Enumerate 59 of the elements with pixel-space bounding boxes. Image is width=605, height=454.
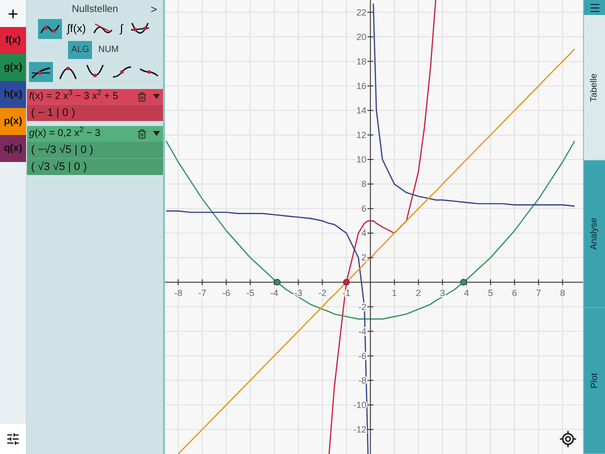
y-tick-label: 10 xyxy=(356,154,366,165)
settings-sliders-icon[interactable] xyxy=(6,432,20,446)
delete-icon[interactable] xyxy=(137,92,147,102)
x-tick-label: 3 xyxy=(440,288,445,298)
mode-toggle[interactable]: ALG xyxy=(68,41,92,59)
analysis-tool-button[interactable] xyxy=(38,19,62,39)
point-type-button[interactable] xyxy=(29,62,53,82)
x-tick-label: -4 xyxy=(270,288,278,298)
y-tick-label: -12 xyxy=(353,424,366,434)
recenter-icon[interactable] xyxy=(559,430,577,448)
maximum-icon xyxy=(58,64,78,80)
integral-symbol: ∫ xyxy=(120,22,123,37)
root-result: ( −√3 √5 | 0 ) xyxy=(31,142,94,158)
x-tick-label: 1 xyxy=(392,288,397,298)
root-result: ( − 1 | 0 ) xyxy=(31,106,76,121)
x-tick-label: 7 xyxy=(536,288,542,298)
y-tick-label: 16 xyxy=(356,80,366,91)
dropdown-caret-icon[interactable] xyxy=(153,131,160,136)
inflection-icon xyxy=(112,64,132,80)
mode-toggle[interactable]: NUM xyxy=(95,41,122,59)
y-tick-label: 20 xyxy=(356,32,366,42)
y-tick-label: 22 xyxy=(356,7,366,18)
function-tab[interactable]: p(x) xyxy=(0,108,26,135)
x-tick-label: 5 xyxy=(488,288,494,298)
y-tick-label: 14 xyxy=(356,105,366,116)
y-tick-label: 8 xyxy=(361,179,366,190)
panel-title: Nullstellen xyxy=(72,2,118,16)
x-tick-label: -5 xyxy=(246,288,254,298)
y-tick-label: -10 xyxy=(353,400,366,410)
y-tick-label: 2 xyxy=(361,252,366,263)
minimum-icon xyxy=(85,64,105,80)
delete-icon[interactable] xyxy=(137,128,147,138)
y-tick-label: 6 xyxy=(361,204,366,214)
menu-icon[interactable] xyxy=(588,2,600,14)
x-tick-label: -6 xyxy=(222,288,230,298)
zero-point xyxy=(343,278,350,286)
x-tick-label: -7 xyxy=(198,288,206,298)
function-formula: g(x) = 0,2 x$^{2}$ − 3 xyxy=(29,126,102,141)
dropdown-caret-icon[interactable] xyxy=(153,94,160,99)
function-tab[interactable]: f(x) xyxy=(0,27,26,54)
y-tick-label: 12 xyxy=(356,130,366,140)
x-tick-label: 2 xyxy=(416,288,421,298)
analysis-tool-button[interactable]: ∫ xyxy=(118,19,125,39)
x-tick-label: 8 xyxy=(560,288,566,298)
side-tab[interactable]: Tabelle xyxy=(584,15,605,162)
y-tick-label: 4 xyxy=(361,228,366,238)
next-button[interactable]: > xyxy=(150,2,157,18)
x-tick-label: 6 xyxy=(512,288,518,298)
zero-point xyxy=(460,278,467,286)
function-tab[interactable]: g(x) xyxy=(0,54,26,81)
root-result: ( √3 √5 | 0 ) xyxy=(31,160,87,175)
x-tick-label: -3 xyxy=(294,288,302,298)
zero-point xyxy=(274,278,281,286)
add-function-button[interactable]: + xyxy=(0,0,26,27)
x-tick-label: 4 xyxy=(464,288,469,298)
x-tick-label: -2 xyxy=(318,288,326,298)
x-tick-label: -8 xyxy=(174,288,182,298)
function-formula: f(x) = 2 x$^{3}$ − 3 x$^{2}$ + 5 xyxy=(29,89,120,104)
y-tick-label: 18 xyxy=(356,56,366,66)
